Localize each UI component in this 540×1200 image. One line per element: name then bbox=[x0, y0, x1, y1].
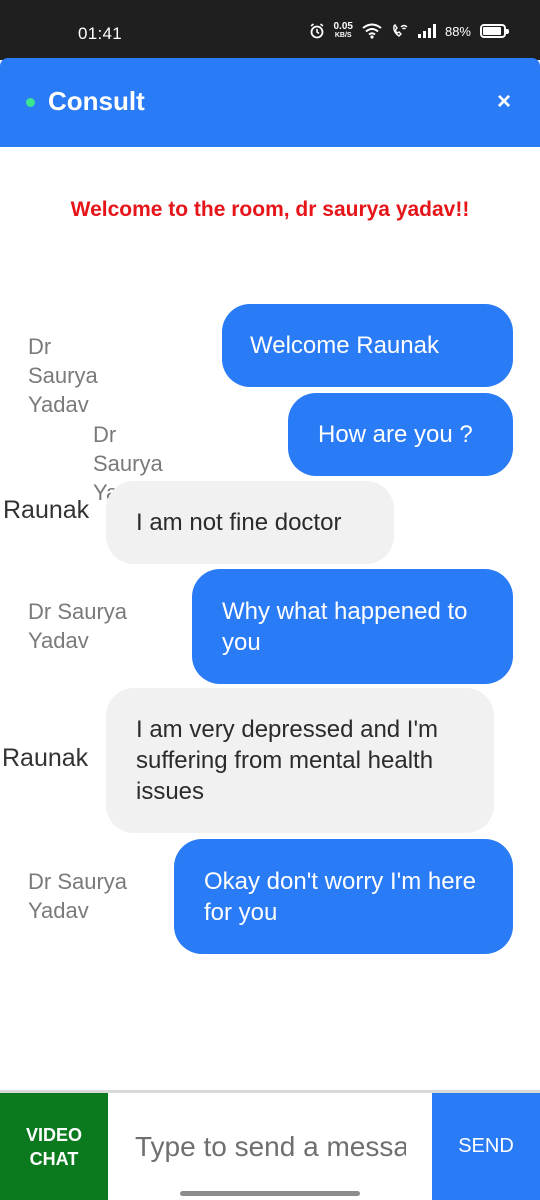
message-text: I am very depressed and I'm suffering fr… bbox=[136, 716, 439, 805]
home-indicator[interactable] bbox=[180, 1191, 360, 1196]
network-speed-unit: KB/S bbox=[334, 32, 352, 39]
battery-percent: 88% bbox=[444, 23, 471, 39]
message-bubble: Why what happened to you bbox=[192, 569, 513, 684]
welcome-message: Welcome to the room, dr saurya yadav!! bbox=[70, 198, 470, 221]
send-button[interactable]: SEND bbox=[432, 1093, 540, 1200]
send-label: SEND bbox=[458, 1135, 514, 1157]
wifi-icon bbox=[362, 23, 382, 39]
message-text: How are you ? bbox=[318, 421, 473, 448]
chat-header: Consult × bbox=[0, 58, 540, 147]
message-sender: Dr Saurya Yadav bbox=[28, 599, 128, 653]
signal-icon bbox=[417, 24, 436, 38]
message-sender: Dr Saurya Yadav bbox=[28, 334, 98, 417]
online-status-dot bbox=[26, 98, 35, 107]
network-speed: 0.05 KB/S bbox=[334, 22, 353, 40]
battery-icon bbox=[480, 24, 509, 38]
message-bubble: How are you ? bbox=[288, 393, 513, 476]
message-bubble: I am not fine doctor bbox=[106, 481, 394, 564]
message-text: Welcome Raunak bbox=[250, 332, 439, 359]
message-bubble: Okay don't worry I'm here for you bbox=[174, 839, 513, 954]
message-bubble: I am very depressed and I'm suffering fr… bbox=[106, 688, 494, 833]
message-input[interactable] bbox=[108, 1093, 432, 1200]
network-speed-value: 0.05 bbox=[333, 21, 353, 32]
message-sender: Dr Saurya Yadav bbox=[28, 869, 128, 923]
alarm-icon bbox=[310, 23, 323, 39]
message-sender: Raunak bbox=[2, 744, 89, 772]
wifi-calling-icon bbox=[393, 23, 408, 37]
video-chat-label: VIDEO CHAT bbox=[25, 1124, 82, 1169]
status-icons: 0.05 KB/S 88% bbox=[309, 22, 509, 40]
message-text: I am not fine doctor bbox=[136, 509, 342, 536]
close-button[interactable]: × bbox=[490, 88, 518, 116]
battery-fill bbox=[483, 27, 501, 35]
header-title: Consult bbox=[48, 86, 145, 116]
status-bar: 01:41 0.05 KB/S 88% bbox=[0, 0, 540, 60]
message-sender: Raunak bbox=[3, 496, 90, 524]
message-text: Why what happened to you bbox=[222, 597, 468, 656]
status-time: 01:41 bbox=[78, 24, 123, 43]
video-chat-button[interactable]: VIDEO CHAT bbox=[0, 1093, 108, 1200]
message-text: Okay don't worry I'm here for you bbox=[204, 867, 476, 926]
message-bubble: Welcome Raunak bbox=[222, 304, 513, 387]
